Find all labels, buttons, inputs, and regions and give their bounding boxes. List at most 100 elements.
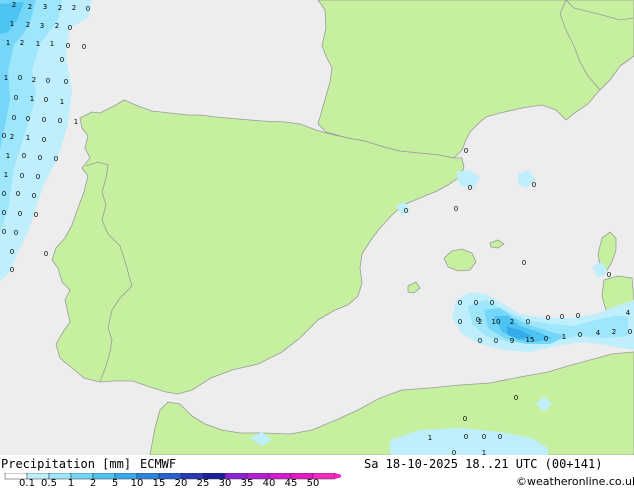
precip-value: 0 [60, 56, 64, 64]
colorbar-tick-label: 35 [240, 478, 254, 489]
precip-value: 0 [404, 207, 408, 215]
precip-value: 0 [42, 116, 46, 124]
precip-value: 0 [46, 77, 50, 85]
precip-value: 1 [74, 118, 78, 126]
precip-value: 0 [12, 114, 16, 122]
precip-value: 1 [4, 74, 8, 82]
precip-value: 0 [468, 184, 472, 192]
precip-value: 4 [626, 309, 631, 317]
colorbar-tick-label: 50 [306, 478, 320, 489]
precip-value: 1 [562, 333, 566, 341]
precip-value: 1 [26, 134, 30, 142]
precip-value: 0 [64, 78, 68, 86]
precip-value: 0 [44, 250, 48, 258]
colorbar-tick-label: 0.5 [41, 478, 57, 489]
precip-value: 0 [478, 337, 482, 345]
precip-value: 0 [34, 211, 38, 219]
precip-value: 0 [14, 94, 18, 102]
precip-value: 0 [32, 192, 36, 200]
precip-value: 0 [498, 433, 502, 441]
precip-value: 2 [510, 318, 514, 326]
precip-value: 3 [40, 22, 44, 30]
precip-value: 0 [22, 152, 26, 160]
precip-value: 0 [38, 154, 42, 162]
precip-value: 0 [458, 299, 462, 307]
valid-time: Sa 18-10-2025 18..21 UTC (00+141) [364, 457, 603, 471]
colorbar-tick-label: 2 [89, 478, 97, 489]
precip-value: 1 [50, 40, 54, 48]
colorbar-tick-label: 5 [111, 478, 119, 489]
precip-value: 0 [546, 314, 550, 322]
precip-value: 1 [30, 95, 34, 103]
precip-value: 0 [464, 433, 468, 441]
precip-value: 0 [2, 190, 6, 198]
precip-value: 0 [44, 96, 48, 104]
colorbar-tick-label: 10 [130, 478, 144, 489]
precip-value: 0 [14, 229, 18, 237]
precip-value: 15 [526, 336, 535, 344]
precip-value: 2 [72, 4, 76, 12]
colorbar-tick-label: 0.1 [19, 478, 35, 489]
precip-value: 1 [60, 98, 64, 106]
colorbar-tick-label: 15 [152, 478, 166, 489]
precip-value: 1 [6, 39, 10, 47]
model-name: ECMWF [140, 457, 177, 471]
precip-value: 0 [464, 147, 468, 155]
precip-value: 0 [2, 209, 6, 217]
precip-value: 0 [66, 42, 70, 50]
colorbar-ticks: 0.1 0.5 1 2 5 10 15 20 25 30 35 40 45 50 [0, 478, 340, 490]
precip-value: 0 [482, 433, 486, 441]
precip-value: 0 [526, 318, 530, 326]
precip-value: 0 [576, 312, 580, 320]
precip-value: 2 [26, 21, 30, 29]
precip-value: 0 [36, 173, 40, 181]
precip-value: 0 [522, 259, 526, 267]
precip-value: 0 [607, 271, 611, 279]
precip-value: 3 [43, 3, 47, 11]
precipitation-map: 2 2 3 2 2 0 1 2 3 2 0 1 2 1 1 0 0 0 1 0 … [0, 0, 634, 455]
precip-value: 0 [474, 299, 478, 307]
precip-value: 0 [18, 74, 22, 82]
precip-value: 2 [58, 4, 62, 12]
precip-value: 0 [42, 136, 46, 144]
precip-value: 0 [544, 335, 548, 343]
product-title: Precipitation [mm] [1, 457, 132, 471]
precip-value: 0 [10, 266, 14, 274]
precip-value: 0 [458, 318, 462, 326]
precip-value: 4 [596, 329, 601, 337]
precip-value: 0 [514, 394, 518, 402]
precip-value: 1 [6, 152, 10, 160]
precip-value: 0 [628, 328, 632, 336]
colorbar-tick-label: 40 [262, 478, 276, 489]
precip-value: 0 [26, 115, 30, 123]
precip-value: 0 [578, 331, 582, 339]
precip-value: 0 [494, 337, 498, 345]
precip-value: 2 [32, 76, 36, 84]
colorbar-tick-label: 30 [218, 478, 232, 489]
precip-value: 0 [68, 24, 72, 32]
precip-value: 0 [54, 155, 58, 163]
precip-value: 0 [454, 205, 458, 213]
precip-value: 0 [2, 228, 6, 236]
precip-value: 0 [82, 43, 86, 51]
precip-value: 2 [10, 133, 14, 141]
precip-value: 2 [478, 318, 482, 326]
precip-value: 2 [55, 22, 59, 30]
precip-value: 0 [16, 190, 20, 198]
precip-value: 0 [560, 313, 564, 321]
precip-value: 0 [463, 415, 467, 423]
precip-value: 2 [612, 328, 616, 336]
colorbar-tick-label: 1 [67, 478, 75, 489]
map-footer: Precipitation [mm] ECMWF Sa 18-10-2025 1… [0, 455, 634, 490]
precip-value: 2 [20, 39, 24, 47]
precip-value: 2 [28, 3, 32, 11]
colorbar-tick-label: 25 [196, 478, 210, 489]
precip-value: 10 [492, 318, 501, 326]
precip-value: 1 [36, 40, 40, 48]
precip-value: 0 [86, 5, 90, 13]
precip-value: 0 [532, 181, 536, 189]
precip-value: 0 [2, 132, 6, 140]
credit: ©weatheronline.co.uk [516, 475, 634, 488]
precip-value: 1 [428, 434, 432, 442]
precip-value: 1 [4, 171, 8, 179]
